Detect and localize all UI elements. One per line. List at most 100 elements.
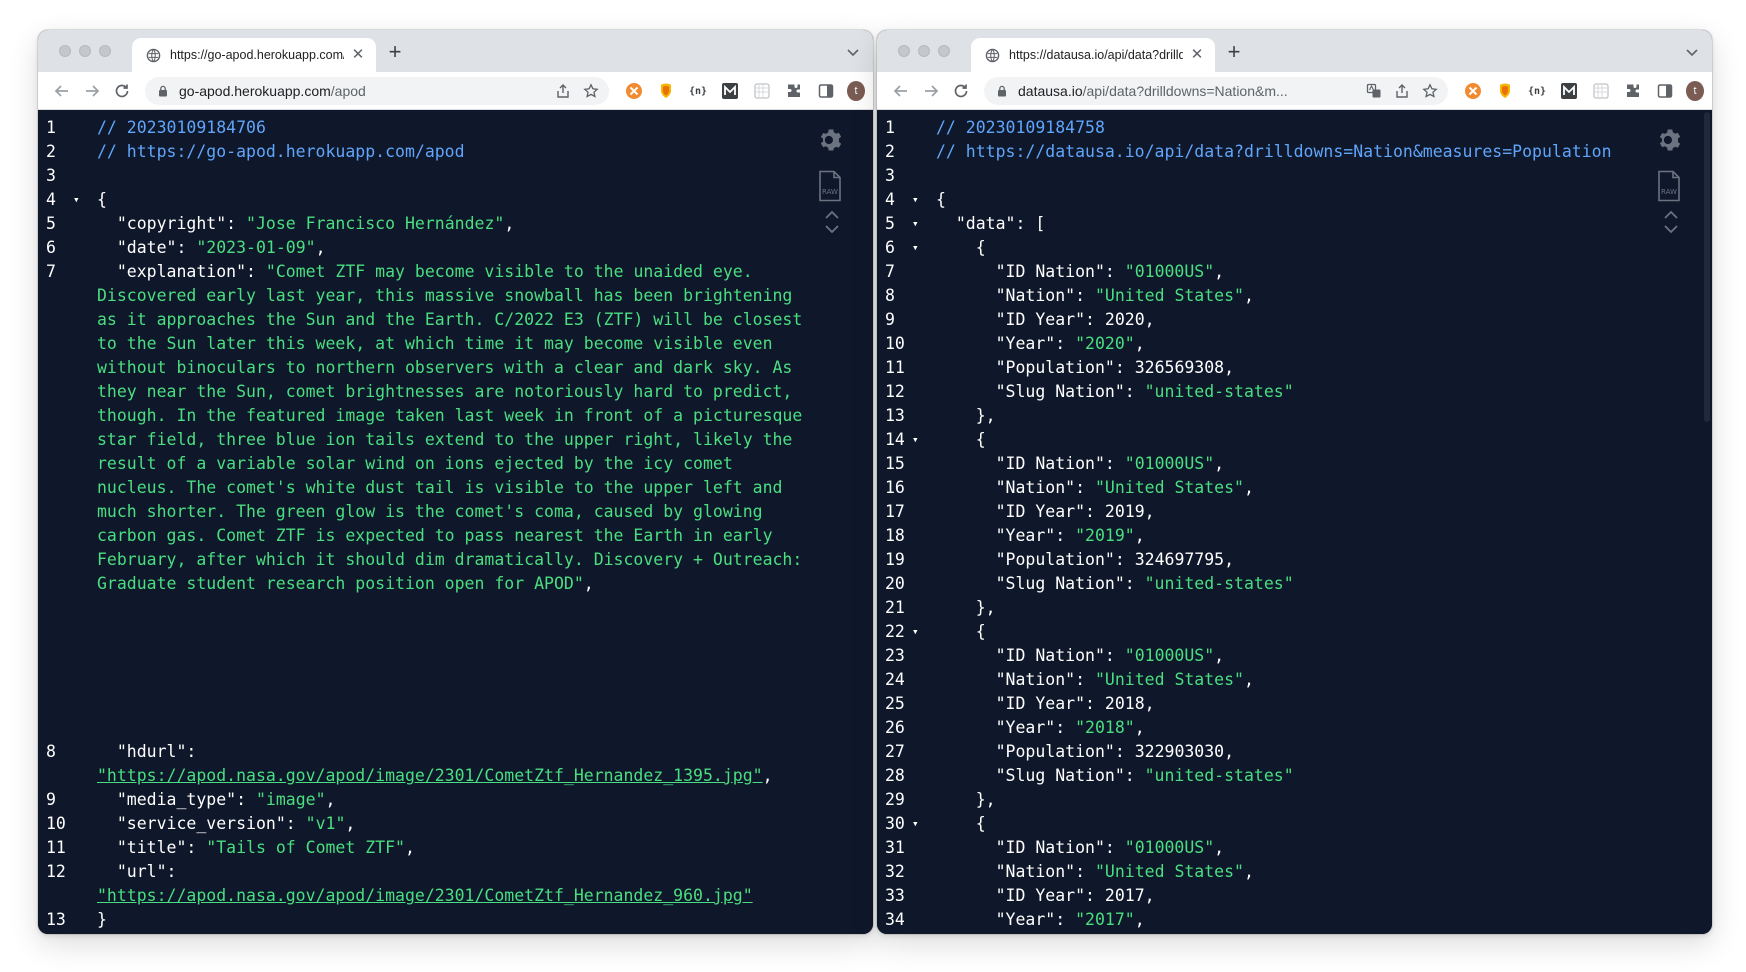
raw-file-icon[interactable]: RAW (1656, 170, 1682, 202)
line-content: }, (936, 790, 996, 809)
line-number: 16 (885, 478, 905, 497)
fold-toggle-icon[interactable]: ▾ (912, 428, 924, 452)
raw-file-icon[interactable]: RAW (817, 170, 843, 202)
m-ext-icon[interactable] (1560, 82, 1578, 100)
chevron-up-icon[interactable] (824, 210, 840, 220)
forward-icon[interactable] (82, 81, 102, 101)
close-window-button[interactable] (898, 45, 910, 57)
json-value: "01000US" (1124, 646, 1215, 665)
plus-icon[interactable]: + (384, 41, 406, 64)
code-line: 9 "media_type": "image", (38, 788, 873, 812)
m-ext-icon[interactable] (721, 82, 739, 100)
fold-toggle-icon[interactable]: ▾ (73, 188, 85, 212)
json-key: "hdurl" (116, 742, 187, 761)
grid-ext-icon[interactable] (1592, 82, 1610, 100)
code-line: 10 "service_version": "v1", (38, 812, 873, 836)
sidepanel-icon[interactable] (1656, 82, 1674, 100)
menu-icon[interactable]: ⋮ (849, 82, 865, 100)
json-viewer-ext-icon[interactable]: {n} (689, 82, 707, 100)
share-icon[interactable] (1394, 83, 1410, 99)
chevron-down-icon[interactable] (1663, 224, 1679, 234)
address-bar[interactable]: datausa.io/api/data?drilldowns=Nation&m.… (984, 77, 1448, 105)
tab-strip: https://go-apod.herokuapp.com/apod ✕ + (38, 30, 873, 72)
share-icon[interactable] (555, 83, 571, 99)
line-content: "ID Nation": "01000US", (995, 646, 1225, 665)
json-value: "united-states" (1144, 574, 1294, 593)
json-value: "Jose Francisco Hernández" (246, 214, 505, 233)
hdurl-link[interactable]: "https://apod.nasa.gov/apod/image/2301/C… (97, 766, 763, 785)
ext-orange-icon[interactable] (625, 82, 643, 100)
tab-active[interactable]: https://go-apod.herokuapp.com/apod ✕ (132, 38, 376, 72)
fold-toggle-icon[interactable]: ▾ (912, 620, 924, 644)
zoom-window-button[interactable] (938, 45, 950, 57)
close-icon[interactable]: ✕ (1189, 47, 1205, 63)
back-icon[interactable] (891, 81, 911, 101)
code-line: 14 ▾ { (877, 428, 1712, 452)
code-line: 18 "Year": "2019", (877, 524, 1712, 548)
sidepanel-icon[interactable] (817, 82, 835, 100)
forward-icon[interactable] (921, 81, 941, 101)
line-content: "Nation": "United States", (995, 670, 1254, 689)
line-content: { (936, 190, 946, 209)
json-key: "Slug Nation" (995, 574, 1125, 593)
reload-icon[interactable] (112, 81, 132, 101)
back-icon[interactable] (52, 81, 72, 101)
gear-icon[interactable] (1656, 126, 1684, 154)
star-icon[interactable] (1422, 83, 1438, 99)
minimize-window-button[interactable] (918, 45, 930, 57)
scrollbar[interactable] (1704, 112, 1710, 422)
gear-icon[interactable] (817, 126, 845, 154)
json-key: "ID Nation" (995, 262, 1105, 281)
chevron-up-icon[interactable] (1663, 210, 1679, 220)
translate-icon[interactable] (1366, 83, 1382, 99)
line-number: 32 (885, 862, 905, 881)
ext-orange-icon[interactable] (1464, 82, 1482, 100)
chevron-down-icon[interactable] (824, 224, 840, 234)
code-area: 1 // 20230109184706 2 // https://go-apod.h… (38, 116, 873, 932)
ext-shield-icon[interactable] (1496, 82, 1514, 100)
chevron-down-icon[interactable] (845, 44, 861, 60)
json-value: "image" (255, 790, 326, 809)
grid-ext-icon[interactable] (753, 82, 771, 100)
line-content: "ID Year": 2018, (995, 694, 1155, 713)
line-content: "Nation": "United States", (995, 286, 1254, 305)
json-value: "v1" (305, 814, 346, 833)
minimize-window-button[interactable] (79, 45, 91, 57)
code-line: 1 // 20230109184758 (877, 116, 1712, 140)
close-icon[interactable]: ✕ (350, 47, 366, 63)
extension-icon[interactable] (785, 82, 803, 100)
code-line: 31 "ID Nation": "01000US", (877, 836, 1712, 860)
tab-active[interactable]: https://datausa.io/api/data?drilldowns=N… (971, 38, 1215, 72)
menu-icon[interactable]: ⋮ (1688, 82, 1704, 100)
plus-icon[interactable]: + (1223, 41, 1245, 64)
json-key: "ID Nation" (995, 838, 1105, 857)
lock-icon[interactable] (157, 85, 169, 97)
address-bar[interactable]: go-apod.herokuapp.com/apod (145, 77, 609, 105)
reload-icon[interactable] (951, 81, 971, 101)
url-link[interactable]: "https://apod.nasa.gov/apod/image/2301/C… (97, 886, 753, 905)
chevron-down-icon[interactable] (1684, 44, 1700, 60)
fold-toggle-icon[interactable]: ▾ (912, 188, 924, 212)
line-content: "Population": 324697795, (995, 550, 1235, 569)
code-line: 12 "Slug Nation": "united-states" (877, 380, 1712, 404)
lock-icon[interactable] (996, 85, 1008, 97)
zoom-window-button[interactable] (99, 45, 111, 57)
json-key: "Nation" (995, 670, 1076, 689)
window-controls (59, 45, 111, 57)
window-controls (898, 45, 950, 57)
close-window-button[interactable] (59, 45, 71, 57)
fold-toggle-icon[interactable]: ▾ (912, 812, 924, 836)
code-line: 30 ▾ { (877, 812, 1712, 836)
fold-toggle-icon[interactable]: ▾ (912, 212, 924, 236)
star-icon[interactable] (583, 83, 599, 99)
ext-shield-icon[interactable] (657, 82, 675, 100)
json-value: "united-states" (1144, 766, 1294, 785)
json-value: "United States" (1094, 286, 1244, 305)
code-line: 8 "hdurl": "https://apod.nasa.gov/apod/im… (46, 742, 773, 785)
json-key: "copyright" (116, 214, 227, 233)
fold-toggle-icon[interactable]: ▾ (912, 236, 924, 260)
json-viewer-ext-icon[interactable]: {n} (1528, 82, 1546, 100)
browser-window-left: https://go-apod.herokuapp.com/apod ✕ + g… (38, 30, 873, 934)
line-content: "ID Nation": "01000US", (995, 838, 1225, 857)
extension-icon[interactable] (1624, 82, 1642, 100)
